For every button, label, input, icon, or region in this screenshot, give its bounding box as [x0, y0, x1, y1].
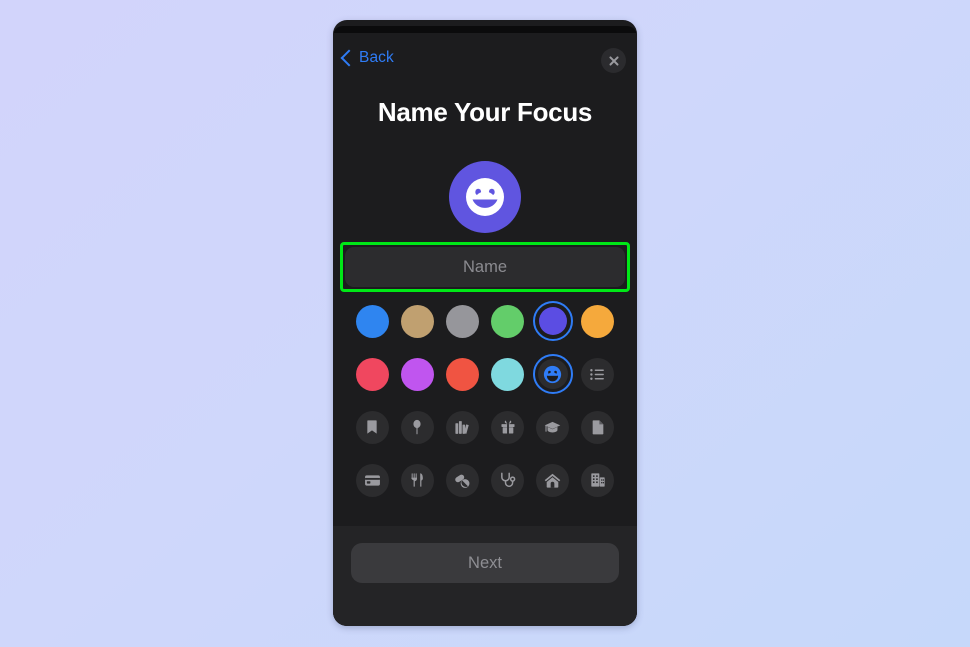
icon-swatch-house[interactable] [533, 460, 573, 500]
focus-avatar[interactable] [449, 161, 521, 233]
phone-screen: Back Name Your Focus Name Next [333, 26, 637, 626]
screen-top-bezel [333, 26, 637, 33]
icon-swatch-gift[interactable] [488, 407, 528, 447]
chevron-left-icon [340, 49, 358, 67]
icon-swatch-background [355, 463, 389, 497]
fork-knife-icon [411, 473, 424, 487]
swatch-fill [400, 357, 434, 391]
color-swatch-cyan[interactable] [488, 354, 528, 394]
credit-card-icon [364, 474, 380, 486]
color-swatch-pink[interactable] [352, 354, 392, 394]
icon-swatch-background [581, 357, 615, 391]
back-button-label: Back [359, 49, 394, 66]
bullet-list-icon [590, 368, 605, 380]
color-and-icon-picker [333, 301, 637, 541]
icon-row-2 [333, 460, 637, 500]
icon-swatch-graduation[interactable] [533, 407, 573, 447]
icon-swatch-pills[interactable] [442, 460, 482, 500]
icon-swatch-building[interactable] [578, 460, 618, 500]
bookmark-icon [367, 420, 377, 434]
color-row-2 [333, 354, 637, 394]
back-button[interactable]: Back [340, 49, 394, 67]
swatch-fill [400, 304, 434, 338]
icon-swatch-bookmark[interactable] [352, 407, 392, 447]
pills-icon [455, 474, 470, 488]
icon-swatch-background [445, 463, 479, 497]
icon-swatch-fork-knife[interactable] [397, 460, 437, 500]
balloon-icon [413, 419, 421, 435]
icon-row-1 [333, 407, 637, 447]
color-swatch-magenta[interactable] [397, 354, 437, 394]
color-swatch-gray[interactable] [442, 301, 482, 341]
icon-swatch-smiley[interactable] [532, 354, 573, 394]
books-icon [455, 420, 469, 434]
icon-swatch-background [491, 410, 525, 444]
name-input-highlight-box [340, 242, 630, 292]
icon-swatch-stethoscope[interactable] [488, 460, 528, 500]
page-title: Name Your Focus [377, 97, 593, 127]
swatch-fill [491, 304, 525, 338]
footer-bar: Next [333, 526, 637, 626]
swatch-fill [445, 357, 479, 391]
icon-swatch-list[interactable] [578, 354, 618, 394]
icon-swatch-document[interactable] [578, 407, 618, 447]
icon-swatch-background [536, 410, 570, 444]
color-swatch-orange[interactable] [578, 301, 618, 341]
swatch-fill [491, 357, 525, 391]
icon-swatch-background [400, 410, 434, 444]
icon-swatch-background [536, 463, 570, 497]
smiley-face-icon [466, 178, 504, 216]
swatch-fill [581, 304, 615, 338]
gift-icon [501, 420, 515, 434]
icon-swatch-books[interactable] [442, 407, 482, 447]
color-swatch-blue[interactable] [352, 301, 392, 341]
color-swatch-purple[interactable] [532, 301, 573, 341]
swatch-fill [538, 307, 567, 335]
icon-swatch-background [537, 359, 568, 389]
swatch-fill [355, 357, 389, 391]
swatch-fill [445, 304, 479, 338]
icon-swatch-background [445, 410, 479, 444]
stethoscope-icon [501, 472, 516, 487]
color-swatch-red[interactable] [442, 354, 482, 394]
phone-device-frame: Back Name Your Focus Name Next [333, 20, 637, 626]
icon-swatch-background [400, 463, 434, 497]
next-button[interactable]: Next [351, 543, 619, 583]
icon-swatch-balloon[interactable] [397, 407, 437, 447]
swatch-fill [355, 304, 389, 338]
icon-swatch-background [355, 410, 389, 444]
document-icon [592, 420, 604, 435]
icon-swatch-background [581, 410, 615, 444]
close-icon[interactable] [601, 48, 626, 73]
color-row-1 [333, 301, 637, 341]
graduation-cap-icon [544, 421, 561, 432]
icon-swatch-creditcard[interactable] [352, 460, 392, 500]
color-swatch-green[interactable] [488, 301, 528, 341]
color-swatch-tan[interactable] [397, 301, 437, 341]
smiley-face-icon [544, 365, 562, 383]
house-icon [544, 473, 561, 488]
icon-swatch-background [491, 463, 525, 497]
navigation-bar: Back [333, 33, 637, 85]
building-icon [591, 473, 605, 487]
icon-swatch-background [581, 463, 615, 497]
